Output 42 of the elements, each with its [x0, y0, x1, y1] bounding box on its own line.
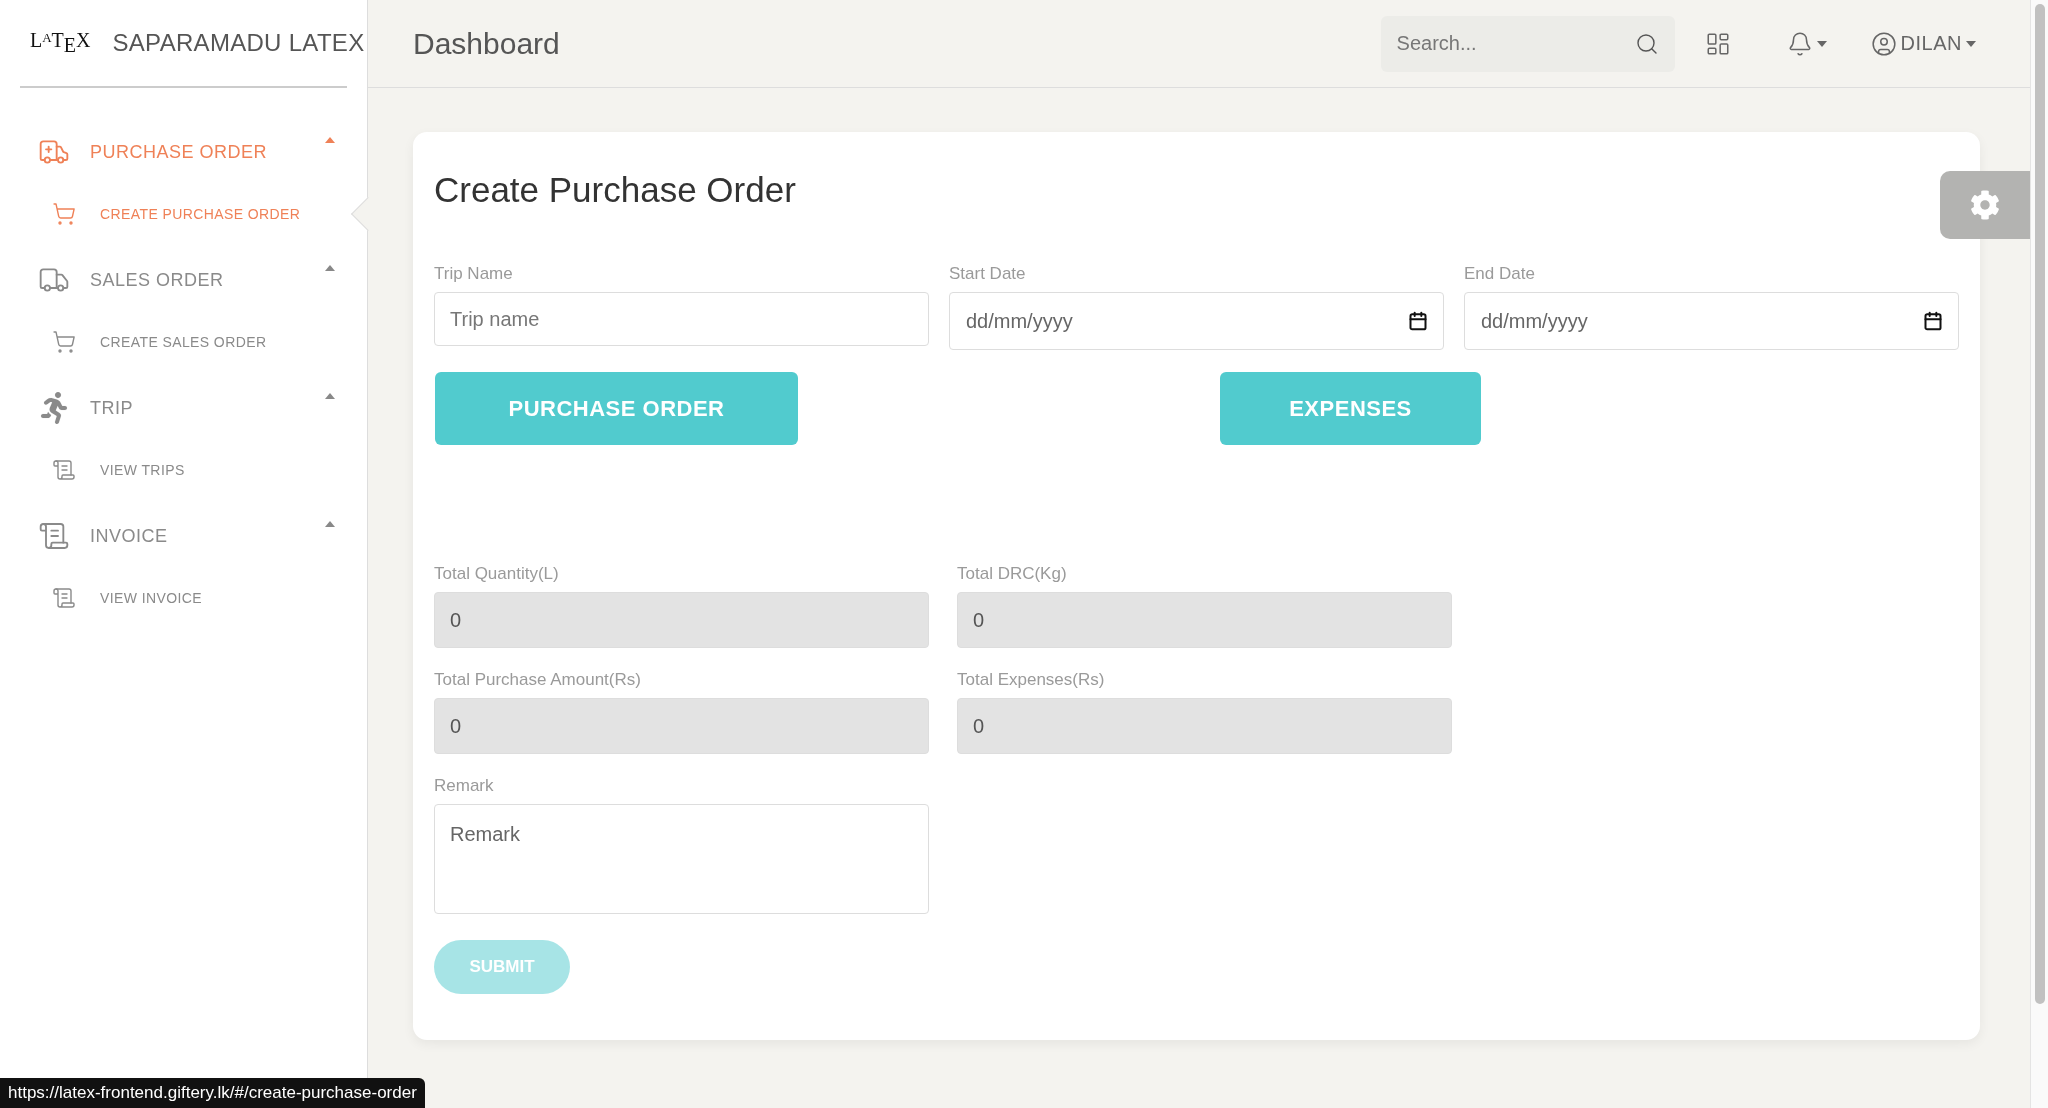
- nav-item[interactable]: VIEW INVOICE: [0, 567, 367, 629]
- cart-icon: [52, 330, 76, 354]
- form-title: Create Purchase Order: [434, 170, 797, 210]
- nav-group[interactable]: INVOICE: [0, 505, 367, 567]
- date-field[interactable]: dd/mm/yyyy: [949, 292, 1444, 350]
- calendar-icon: [1923, 311, 1943, 331]
- search-field[interactable]: Search...: [1380, 15, 1675, 72]
- calendar-icon: [1408, 311, 1428, 331]
- field-label: End Date: [1464, 264, 1536, 284]
- status-url: https://latex-frontend.giftery.lk/#/create-purchase-order: [0, 1078, 425, 1108]
- scrollbar[interactable]: [2030, 0, 2048, 1108]
- settings-icon: [1970, 190, 2000, 220]
- text-field[interactable]: Trip name: [434, 292, 929, 346]
- field-label: Total Purchase Amount(Rs): [434, 670, 642, 690]
- document-icon: [52, 586, 76, 610]
- field-label: Total Quantity(L): [434, 564, 560, 584]
- nav-group[interactable]: PURCHASE ORDER: [0, 121, 367, 183]
- nav-item[interactable]: VIEW TRIPS: [0, 439, 367, 501]
- field-label: Total DRC(Kg): [957, 564, 1068, 584]
- brand-name: SAPARAMADU LATEX: [112, 29, 365, 57]
- nav-item[interactable]: CREATE PURCHASE ORDER: [0, 183, 367, 245]
- user-icon: [1870, 30, 1897, 57]
- field-label: Start Date: [949, 264, 1027, 284]
- nav-group[interactable]: TRIP: [0, 377, 367, 439]
- runner-icon: [38, 392, 70, 424]
- field-label: Trip Name: [434, 264, 514, 284]
- action-button[interactable]: PURCHASE ORDER: [435, 372, 798, 445]
- date-field[interactable]: dd/mm/yyyy: [1464, 292, 1959, 350]
- page-title: Dashboard: [413, 26, 561, 61]
- caret-icon: [1966, 40, 1976, 47]
- nav-item[interactable]: CREATE SALES ORDER: [0, 311, 367, 373]
- document-icon: [38, 520, 70, 552]
- field-label: Remark: [434, 776, 495, 796]
- cart-icon: [52, 202, 76, 226]
- field-label: Total Expenses(Rs): [957, 670, 1106, 690]
- caret-icon: [1816, 40, 1827, 47]
- user-menu[interactable]: DILAN: [1866, 26, 1980, 61]
- action-button[interactable]: EXPENSES: [1220, 372, 1481, 445]
- document-icon: [52, 458, 76, 482]
- nav-group[interactable]: SALES ORDER: [0, 249, 367, 311]
- search-icon: [1634, 31, 1659, 56]
- remark-field[interactable]: Remark: [434, 804, 929, 914]
